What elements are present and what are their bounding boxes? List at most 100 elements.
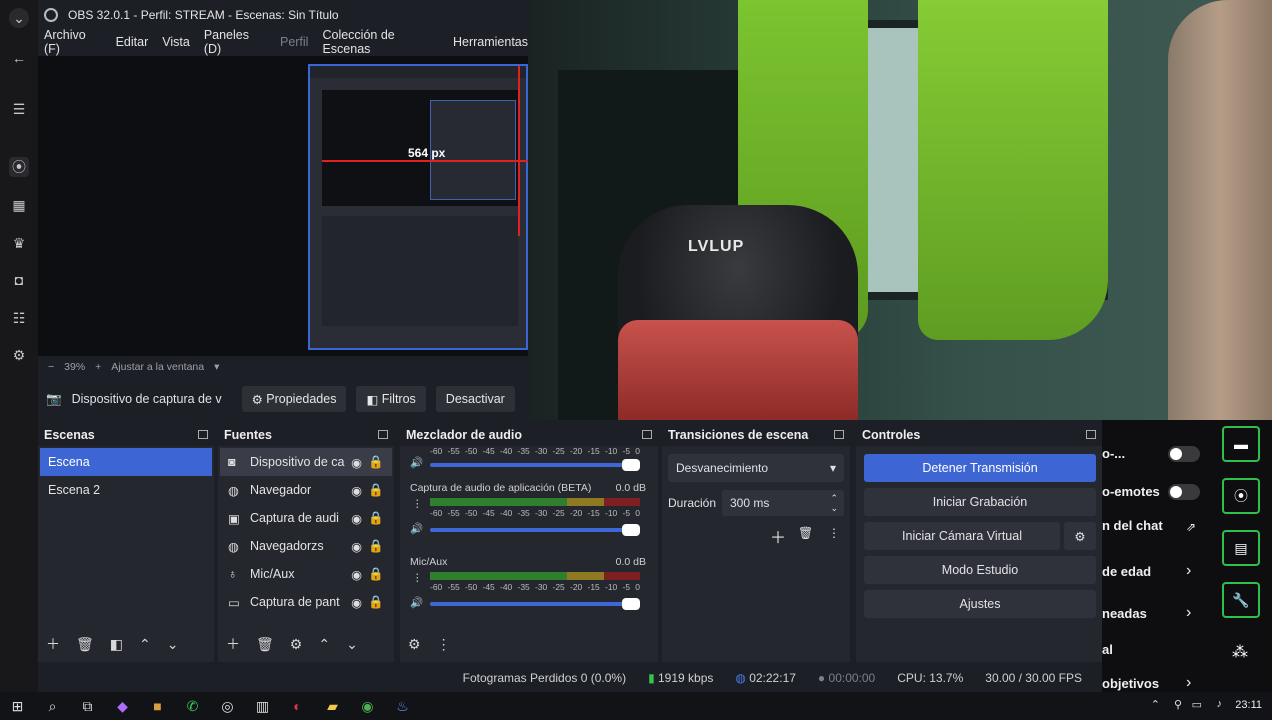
collapse-icon[interactable]: ⌄ xyxy=(9,8,29,28)
menu-file[interactable]: Archivo (F) xyxy=(44,28,102,56)
eye-icon[interactable]: ◉ xyxy=(351,455,362,470)
lock-icon[interactable]: 🔒 xyxy=(368,595,384,610)
chat-icon[interactable]: ▬ xyxy=(1222,426,1260,462)
speaker-icon[interactable]: 🔊 xyxy=(410,522,423,535)
arrow-down-icon[interactable]: ⌄ xyxy=(167,636,179,653)
more-icon[interactable]: ⋮ xyxy=(828,526,840,540)
undock-icon[interactable] xyxy=(198,430,208,439)
layout-icon[interactable]: ▤ xyxy=(1222,530,1260,566)
source-item[interactable]: ▣ Captura de audi ◉ 🔒 xyxy=(220,504,392,532)
minecraft-icon[interactable]: ■ xyxy=(140,692,175,720)
start-recording-button[interactable]: Iniciar Grabación xyxy=(864,488,1096,516)
chevron-right-icon[interactable]: › xyxy=(1186,674,1191,692)
clock[interactable]: 23:11 xyxy=(1235,699,1262,711)
source-item[interactable]: ◙ Dispositivo de ca ◉ 🔒 xyxy=(220,448,392,476)
lock-icon[interactable]: 🔒 xyxy=(368,455,384,470)
fit-window-select[interactable]: Ajustar a la ventana xyxy=(111,361,204,373)
game-launcher-icon[interactable]: ◆ xyxy=(105,692,140,720)
undock-icon[interactable] xyxy=(642,430,652,439)
more-icon[interactable]: ⋮ xyxy=(412,572,423,584)
trash-icon[interactable]: 🗑 xyxy=(798,526,813,540)
more-icon[interactable]: ⋮ xyxy=(437,636,451,653)
chevron-right-icon[interactable]: › xyxy=(1186,562,1191,580)
eye-icon[interactable]: ◉ xyxy=(351,567,362,582)
community-icon[interactable]: ☷ xyxy=(9,308,29,328)
chevron-down-icon[interactable]: ▾ xyxy=(214,361,219,373)
tray-icon[interactable]: ⚲ xyxy=(1174,698,1182,711)
undock-icon[interactable] xyxy=(1086,430,1096,439)
source-item[interactable]: ▭ Captura de pant ◉ 🔒 xyxy=(220,588,392,616)
menu-profile[interactable]: Perfil xyxy=(280,35,308,49)
volume-slider[interactable] xyxy=(430,598,640,610)
broadcast-icon[interactable]: ⦿ xyxy=(1222,478,1260,514)
extensions-icon[interactable]: ⁂ xyxy=(1232,642,1248,662)
spin-arrows-icon[interactable]: ⌃ ⌄ xyxy=(830,493,838,513)
menu-docks[interactable]: Paneles (D) xyxy=(204,28,266,56)
volume-knob[interactable] xyxy=(622,598,640,610)
arrow-down-icon[interactable]: ⌄ xyxy=(346,636,358,653)
scene-item[interactable]: Escena 2 xyxy=(40,476,212,504)
browser-icon[interactable]: ◐ xyxy=(280,692,315,720)
source-item[interactable]: ♁ Mic/Aux ◉ 🔒 xyxy=(220,560,392,588)
broadcast-icon[interactable]: ⦿ xyxy=(9,157,29,177)
scene-item[interactable]: Escena xyxy=(40,448,212,476)
virtual-camera-button[interactable]: Iniciar Cámara Virtual xyxy=(864,522,1060,550)
gear-icon[interactable]: ⚙ xyxy=(290,636,303,653)
zoom-out-button[interactable]: − xyxy=(48,361,54,373)
volume-slider[interactable] xyxy=(430,524,640,536)
settings-icon[interactable]: ⚙ xyxy=(9,345,29,365)
studio-mode-button[interactable]: Modo Estudio xyxy=(864,556,1096,584)
properties-button[interactable]: ⚙ Propiedades xyxy=(241,386,347,412)
filter-icon[interactable]: ◧ xyxy=(110,636,123,653)
back-arrow-icon[interactable]: ← xyxy=(9,48,29,68)
lock-icon[interactable]: 🔒 xyxy=(368,539,384,554)
undock-icon[interactable] xyxy=(378,430,388,439)
arrow-up-icon[interactable]: ⌃ xyxy=(139,636,151,653)
external-link-icon[interactable]: ⇗ xyxy=(1186,520,1196,534)
volume-icon[interactable]: ♪ xyxy=(1217,698,1223,710)
source-item[interactable]: ◍ Navegadorzs ◉ 🔒 xyxy=(220,532,392,560)
menu-view[interactable]: Vista xyxy=(162,35,190,49)
folder-icon[interactable]: ▰ xyxy=(315,692,350,720)
undock-icon[interactable] xyxy=(834,430,844,439)
preview-canvas[interactable]: 564 px xyxy=(38,56,528,356)
stop-stream-button[interactable]: Detener Transmisión xyxy=(864,454,1096,482)
virtual-camera-settings-icon[interactable]: ⚙ xyxy=(1064,522,1096,550)
network-icon[interactable]: ▭ xyxy=(1192,698,1202,711)
chevron-right-icon[interactable]: › xyxy=(1186,604,1191,622)
advanced-audio-icon[interactable]: ⚙ xyxy=(408,636,421,653)
add-icon[interactable]: ＋ xyxy=(770,524,786,548)
search-icon[interactable]: ⌕ xyxy=(35,692,70,720)
menu-scene-collection[interactable]: Colección de Escenas xyxy=(322,28,439,56)
wrench-icon[interactable]: 🔧 xyxy=(1222,582,1260,618)
stats-icon[interactable]: ▦ xyxy=(9,195,29,215)
trash-icon[interactable]: 🗑 xyxy=(76,636,94,653)
steam-icon[interactable]: ♨ xyxy=(385,692,420,720)
menu-edit[interactable]: Editar xyxy=(116,35,149,49)
app-icon[interactable]: ▥ xyxy=(245,692,280,720)
add-icon[interactable]: ＋ xyxy=(46,634,60,654)
more-icon[interactable]: ⋮ xyxy=(412,498,423,510)
volume-knob[interactable] xyxy=(622,524,640,536)
eye-icon[interactable]: ◉ xyxy=(351,511,362,526)
settings-button[interactable]: Ajustes xyxy=(864,590,1096,618)
capture-icon[interactable]: ◘ xyxy=(9,270,29,290)
source-item[interactable]: ◍ Navegador ◉ 🔒 xyxy=(220,476,392,504)
speaker-icon[interactable]: 🔊 xyxy=(410,596,423,609)
filters-button[interactable]: ◧ Filtros xyxy=(356,386,426,412)
toggle-switch[interactable] xyxy=(1168,446,1200,462)
speaker-icon[interactable]: 🔊 xyxy=(410,456,423,469)
menu-tools[interactable]: Herramientas xyxy=(453,35,528,49)
eye-icon[interactable]: ◉ xyxy=(351,595,362,610)
tray-chevron-icon[interactable]: ⌃ xyxy=(1151,698,1160,711)
task-view-icon[interactable]: ⧉ xyxy=(70,692,105,720)
toggle-switch[interactable] xyxy=(1168,484,1200,500)
volume-knob[interactable] xyxy=(622,459,640,471)
trophy-icon[interactable]: ♛ xyxy=(9,233,29,253)
add-icon[interactable]: ＋ xyxy=(226,634,240,654)
eye-icon[interactable]: ◉ xyxy=(351,483,362,498)
chrome-icon[interactable]: ◉ xyxy=(350,692,385,720)
obs-icon[interactable]: ◎ xyxy=(210,692,245,720)
menu-icon[interactable]: ☰ xyxy=(9,99,29,119)
windows-start-icon[interactable]: ⊞ xyxy=(0,692,35,720)
